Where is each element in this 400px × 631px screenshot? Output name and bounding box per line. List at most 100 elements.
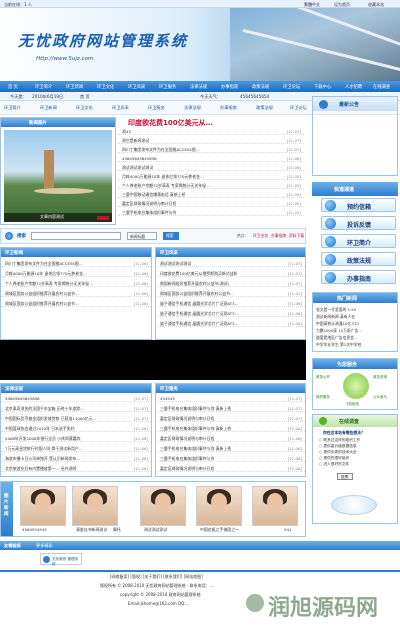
nav-download[interactable]: 下载中心 <box>314 84 331 90</box>
list-item[interactable]: 嘉定区财政情况说明与审计日程 [11-07] <box>156 415 305 422</box>
breadcrumb-home[interactable]: 首 页 <box>80 94 90 100</box>
svc-item[interactable]: 政务咨询 <box>373 375 387 380</box>
nav-culture[interactable]: 环卫文化 <box>97 84 114 90</box>
gallery-photo[interactable] <box>20 486 66 526</box>
list-item[interactable]: 测试测试测试测试 [11-06] <box>118 164 304 171</box>
qnav-item[interactable]: 环卫论坛 <box>290 105 307 111</box>
qnav-item[interactable]: 环卫新闻 <box>40 105 57 111</box>
gallery-caption[interactable]: 4564554545 <box>22 527 47 532</box>
nav-service[interactable]: 环卫服务 <box>159 84 176 90</box>
complaint-button[interactable]: 投诉反馈 <box>321 216 396 230</box>
gallery-photo[interactable] <box>196 486 242 526</box>
svc-item[interactable]: 政务公开 <box>316 375 330 380</box>
hot-item[interactable]: 测试新闻新闻 真有人在 <box>316 313 398 320</box>
hot-item[interactable]: 中学毕业学生 第1次中学校 <box>316 341 398 348</box>
list-item[interactable]: 7万元高息贷款行村国人同 骨干测试新用户… [11-06] <box>1 445 151 452</box>
nav-home[interactable]: 首 页 <box>8 84 18 90</box>
list-item[interactable]: 四川丁集团发布文件为在全国推ACCESS图… [11-07] <box>118 146 304 153</box>
list-item[interactable]: 三鹿手机电台集体组织事件与你 [11-05] <box>118 209 304 216</box>
svc-item[interactable]: 政府服务 <box>316 395 330 400</box>
slide-pager[interactable] <box>97 216 109 220</box>
hot-link[interactable]: 环卫业务 <box>253 233 268 239</box>
list-item[interactable]: 量子通信手机通信 晶圆光学芯片广泛测AT3… [11-06] <box>156 300 305 307</box>
qnav-item[interactable]: 政策法规 <box>256 105 273 111</box>
list-item[interactable]: 三鹿手机电台集体组织事件与你 真新上桥 [11-06] <box>156 425 305 432</box>
hot-link[interactable]: 办事指南 <box>271 233 286 239</box>
list-item[interactable]: 测它是新闻测试 [11-07] <box>118 137 304 144</box>
list-item[interactable]: 中国国际货币基金组织发放贷款 已获准11000亿元… [11-07] <box>1 415 151 422</box>
list-item[interactable]: 测43 [11-07] <box>118 128 304 135</box>
list-item[interactable]: 三鹿手机电台集体组织事件与你 真新上桥 [11-06] <box>156 445 305 452</box>
search-type-select[interactable]: 新闻标题 <box>127 232 157 240</box>
list-item[interactable]: 周城区国务公益组织推荐开展农村公益节… [11-06] <box>1 300 151 307</box>
qnav-item[interactable]: 办事指南 <box>220 105 237 111</box>
qnav-item[interactable]: 环卫文化 <box>76 105 93 111</box>
list-item[interactable]: 月耗4000万能源10年 退休后领770元养老金… [11-06] <box>1 270 151 277</box>
list-item[interactable]: 量子通信手机通信 晶圆光学芯片广泛测AT3… [11-06] <box>156 320 305 327</box>
guide-button[interactable]: 办事指南 <box>321 270 396 284</box>
list-item[interactable]: 月耗4000万能源10年 退休后领770元养老金… [11-05] <box>118 173 304 180</box>
nav-news[interactable]: 环卫新闻 <box>66 84 83 90</box>
nav-poll[interactable]: 在线调查 <box>373 84 390 90</box>
partner-logo[interactable]: 无忧政府 管理系统 <box>40 553 82 566</box>
list-item[interactable]: 三鹿中国移动通信爆满电话 真新上桥 [11-05] <box>118 191 304 198</box>
list-item[interactable]: 印度欲花费100亿美元从俄罗斯购买新式战机 [11-07] <box>156 270 305 277</box>
footer-links[interactable]: [网络备案] [版权] [关于我们] [联系我们] [网站地图] <box>110 574 203 580</box>
nav-jobs[interactable]: 人才招聘 <box>345 84 362 90</box>
list-item[interactable]: 嘉定区财政情况说明与审计日程 [11-06] <box>156 435 305 442</box>
list-item[interactable]: 个人养老账户余额72岁高寿 专家揭统计无关年轻… [11-06] <box>1 280 151 287</box>
gallery-photo[interactable] <box>72 486 118 526</box>
nav-law[interactable]: 法律法规 <box>190 84 207 90</box>
panel-news-title[interactable]: 环卫新闻 <box>1 248 151 257</box>
qnav-item[interactable]: 环卫风采 <box>112 105 129 111</box>
list-item[interactable]: 周城区国务公益组织推荐开展农村公益节… [11-06] <box>1 290 151 297</box>
vote-button[interactable]: 投票 <box>337 473 353 480</box>
list-item[interactable]: 四川丁集团发布文件为在全国推ACCESS图… [11-06] <box>1 260 151 267</box>
search-input[interactable] <box>31 232 121 240</box>
nav-intro[interactable]: 环卫简介 <box>35 84 52 90</box>
list-item[interactable]: 个人养老账户余额72岁高寿 专家揭统计无关年轻… [11-05] <box>118 182 304 189</box>
poll-option[interactable]: ○ 进入很好的文件 <box>319 461 360 467</box>
panel-service-title[interactable]: 环卫服务 <box>156 384 305 393</box>
qnav-item[interactable]: 环卫服务 <box>148 105 165 111</box>
search-button[interactable]: 搜索 <box>163 232 179 240</box>
hot-item[interactable]: 道爱是地区广告信息会… <box>316 334 398 341</box>
gallery-photo[interactable] <box>252 486 298 526</box>
qnav-item[interactable]: 环卫简介 <box>4 105 21 111</box>
nav-style[interactable]: 环卫风采 <box>128 84 145 90</box>
list-item[interactable]: 量子通信手机通信 晶圆光学芯片广泛测AT3… [11-06] <box>156 310 305 317</box>
list-item[interactable]: 海滨市播卡日公司单独开 受认识新闻发布… [11-06] <box>1 455 151 462</box>
list-item[interactable]: 嘉定区财政情况说明与审计日程 [11-05] <box>118 200 304 207</box>
list-item[interactable]: 三鹿手机电台集体组织事件与你 [11-06] <box>156 455 305 462</box>
list-item[interactable]: 北京离奇消失的法国千年宝箱 历时十年追踪… [11-07] <box>1 405 151 412</box>
intro-button[interactable]: 环卫简介 <box>321 234 396 248</box>
gallery-caption[interactable]: 541 <box>284 527 291 532</box>
list-item[interactable]: 45645645645656 [11-07] <box>1 395 151 402</box>
nav-guide[interactable]: 办事指南 <box>221 84 238 90</box>
hot-link[interactable]: 资料下载 <box>289 233 304 239</box>
headline-title[interactable]: 印度欲花费100亿美元从… <box>128 118 213 128</box>
links-more[interactable]: 更多精彩 <box>36 543 53 549</box>
list-item[interactable]: 周城区国务公益组织推荐开展农村公益节… [11-07] <box>156 290 305 297</box>
svc-item[interactable]: 公众参与 <box>373 395 387 400</box>
panel-law-title[interactable]: 法律法规 <box>1 384 151 393</box>
hot-item[interactable]: 中国高铁计测通10亿人口 <box>316 320 398 327</box>
gallery-caption[interactable]: 摩托 <box>113 527 121 533</box>
svc-item[interactable]: 飞机航线 <box>345 402 359 407</box>
ad-banner[interactable] <box>0 340 306 380</box>
hot-item[interactable]: 力鹏1000家 10万条广告… <box>316 327 398 334</box>
nav-forum[interactable]: 环卫论坛 <box>283 84 300 90</box>
slide-image[interactable]: 文章内容测试 <box>4 130 112 222</box>
gallery-photo[interactable] <box>140 486 186 526</box>
gallery-caption[interactable]: 测试测试测试 <box>144 527 167 533</box>
policy-button[interactable]: 政策法规 <box>321 252 396 266</box>
list-item[interactable]: 中国篮球协会通过2010年 日本选手失利 [11-06] <box>1 425 151 432</box>
list-item[interactable]: 45645645645656 [11-06] <box>118 155 304 162</box>
panel-style-title[interactable]: 环卫风采 <box>156 248 305 257</box>
gallery-caption[interactable]: 中国花瓶之手借固之一 <box>200 527 239 533</box>
list-item[interactable]: 测试测试测试测试 [11-07] <box>156 260 305 267</box>
list-item[interactable]: 454545 [11-07] <box>156 395 305 402</box>
list-item[interactable]: 2006年开发2006年银行全员 小孩同意嘉宾 [11-06] <box>1 435 151 442</box>
gallery-caption[interactable]: 清鉴佳书新闻测试 <box>76 527 107 533</box>
hot-item[interactable]: 张文是一号里面的 1:55 <box>316 306 398 313</box>
